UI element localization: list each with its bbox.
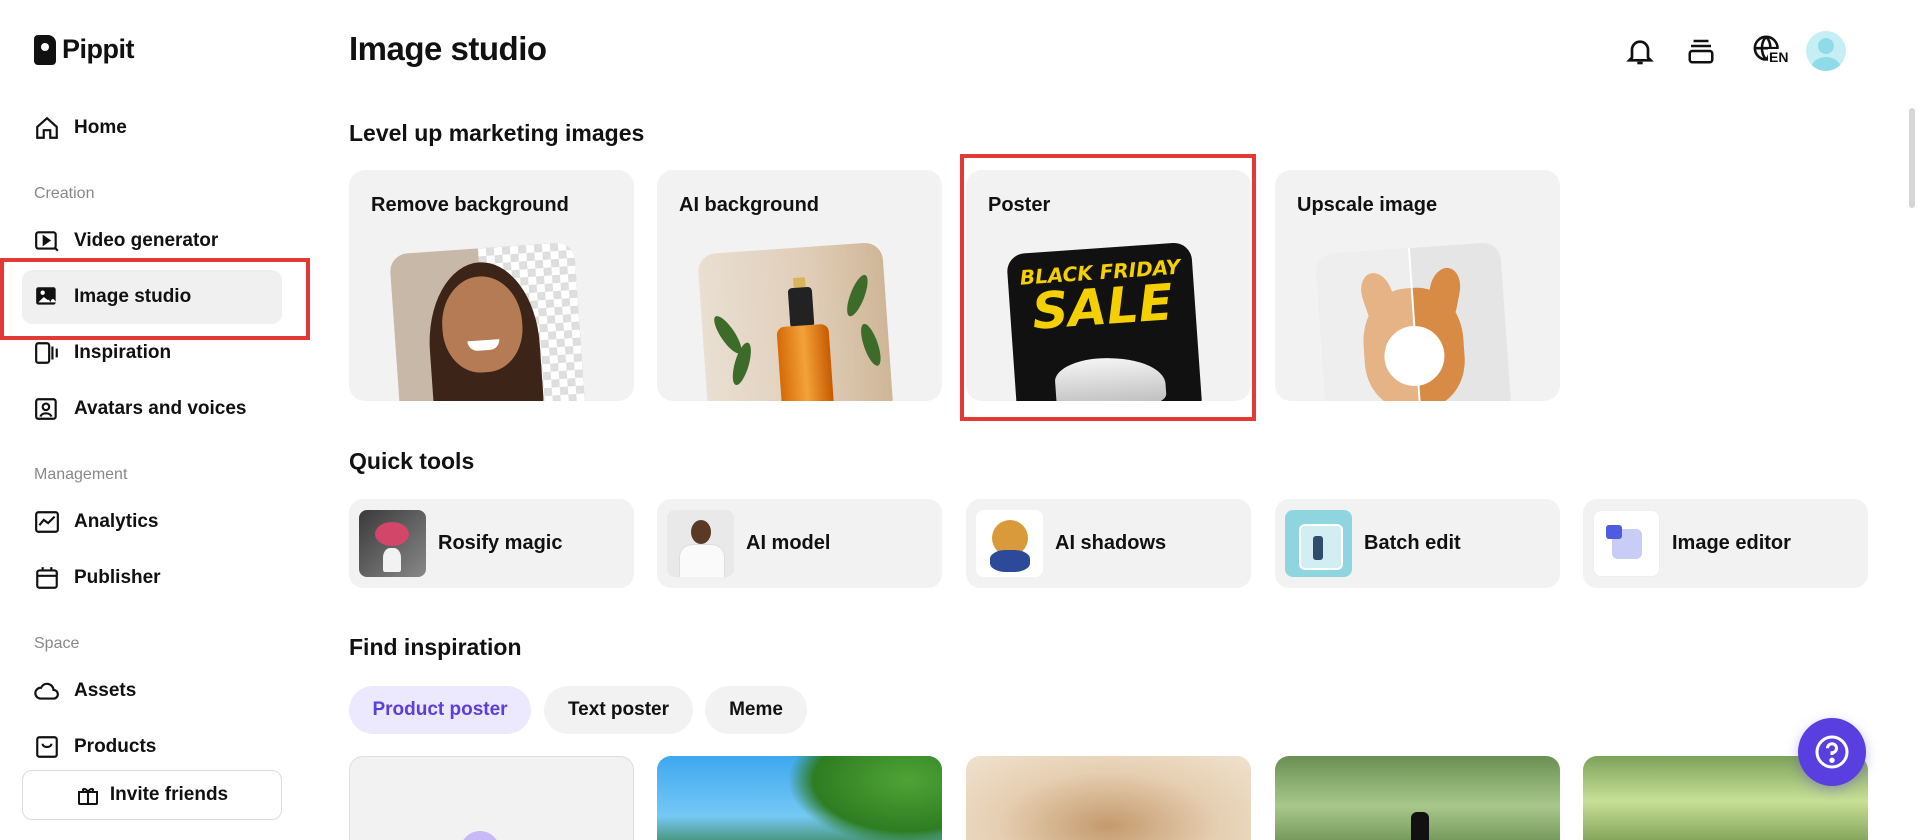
inspiration-card[interactable] [966,756,1251,840]
sidebar-item-label: Products [74,736,157,757]
pippit-logo-icon [34,34,56,65]
feature-card-label: Upscale image [1297,194,1438,216]
sidebar-item-publisher[interactable]: Publisher [22,551,282,605]
sidebar-item-label: Home [74,117,127,138]
sidebar-section-creation: Creation [34,185,95,202]
sidebar-item-home[interactable]: Home [22,101,282,155]
sidebar-item-label: Analytics [74,511,159,532]
sidebar-item-video-generator[interactable]: Video generator [22,214,282,268]
tool-card-label: AI model [746,532,831,554]
section-title-marketing: Level up marketing images [349,120,645,146]
sidebar-item-inspiration[interactable]: Inspiration [22,326,282,380]
feature-card-remove-background[interactable]: Remove background [349,170,634,401]
bell-icon[interactable] [1620,31,1660,71]
sidebar: Pippit Home Creation Video generator Ima… [0,0,310,840]
page-title: Image studio [349,30,547,67]
poster-thumbnail: BLACK FRIDAY SALE [1006,241,1203,401]
feature-card-label: Poster [988,194,1051,216]
tool-card-label: Batch edit [1364,532,1461,554]
language-code: EN [1768,49,1790,65]
app-logo[interactable]: Pippit [34,34,135,65]
invite-label: Invite friends [109,784,229,805]
sidebar-item-label: Video generator [74,230,219,251]
poster-thumb-sale: SALE [1030,273,1175,341]
analytics-icon [35,511,59,533]
sidebar-section-space: Space [34,635,80,652]
gift-icon [77,788,98,805]
invite-friends-button[interactable]: Invite friends [22,770,282,820]
inspiration-card[interactable] [657,756,942,840]
product-box-icon [36,736,58,758]
tool-card-batch-edit[interactable]: Batch edit [1275,499,1560,588]
app-name: Pippit [62,34,135,64]
tab-text-poster[interactable]: Text poster [544,686,693,734]
home-icon [36,116,58,139]
avatar[interactable] [1806,31,1846,71]
ai-shadows-thumbnail [976,510,1043,577]
tool-card-ai-shadows[interactable]: AI shadows [966,499,1251,588]
feature-card-upscale-image[interactable]: Upscale image [1275,170,1560,401]
sidebar-item-assets[interactable]: Assets [22,664,282,718]
inspiration-card[interactable] [349,756,634,840]
sidebar-item-products[interactable]: Products [22,720,282,774]
ai-background-thumbnail [697,241,894,401]
remove-background-thumbnail [389,241,586,401]
sidebar-item-label: Image studio [74,286,192,307]
help-button[interactable] [1798,718,1866,786]
image-studio-icon [36,287,56,305]
tool-card-label: Image editor [1672,532,1791,554]
inspiration-card[interactable] [1275,756,1560,840]
feature-card-label: Remove background [371,194,569,216]
tab-product-poster[interactable]: Product poster [349,686,531,734]
tool-card-label: AI shadows [1055,532,1167,554]
scrollbar-thumb[interactable] [1909,108,1915,208]
sidebar-item-label: Publisher [74,567,161,588]
section-title-quick-tools: Quick tools [349,448,475,474]
tab-meme[interactable]: Meme [705,686,807,734]
upscale-image-thumbnail [1315,241,1512,401]
rosify-magic-thumbnail [359,510,426,577]
tool-card-ai-model[interactable]: AI model [657,499,942,588]
sidebar-item-label: Inspiration [74,342,172,363]
cloud-icon [34,682,59,700]
image-editor-thumbnail [1593,510,1660,577]
sidebar-item-analytics[interactable]: Analytics [22,495,282,549]
feature-card-ai-background[interactable]: AI background [657,170,942,401]
stack-icon[interactable] [1681,31,1721,71]
calendar-icon [36,567,58,589]
section-title-inspiration: Find inspiration [349,634,522,660]
video-generator-icon [35,231,59,252]
feature-card-label: AI background [679,194,820,216]
tool-card-image-editor[interactable]: Image editor [1583,499,1868,588]
tool-card-rosify-magic[interactable]: Rosify magic [349,499,634,588]
sidebar-section-management: Management [34,466,128,483]
sidebar-item-image-studio[interactable]: Image studio [22,270,282,324]
sidebar-item-avatars-voices[interactable]: Avatars and voices [22,382,282,436]
question-icon [1815,735,1849,769]
sidebar-item-label: Avatars and voices [74,398,247,419]
avatar-voice-icon [35,398,57,420]
tool-card-label: Rosify magic [438,532,563,554]
sidebar-item-label: Assets [74,680,137,701]
batch-edit-thumbnail [1285,510,1352,577]
inspiration-icon [35,342,58,364]
globe-language-icon[interactable]: EN [1744,31,1794,71]
ai-model-thumbnail [667,510,734,577]
feature-card-poster[interactable]: Poster BLACK FRIDAY SALE [966,170,1251,401]
